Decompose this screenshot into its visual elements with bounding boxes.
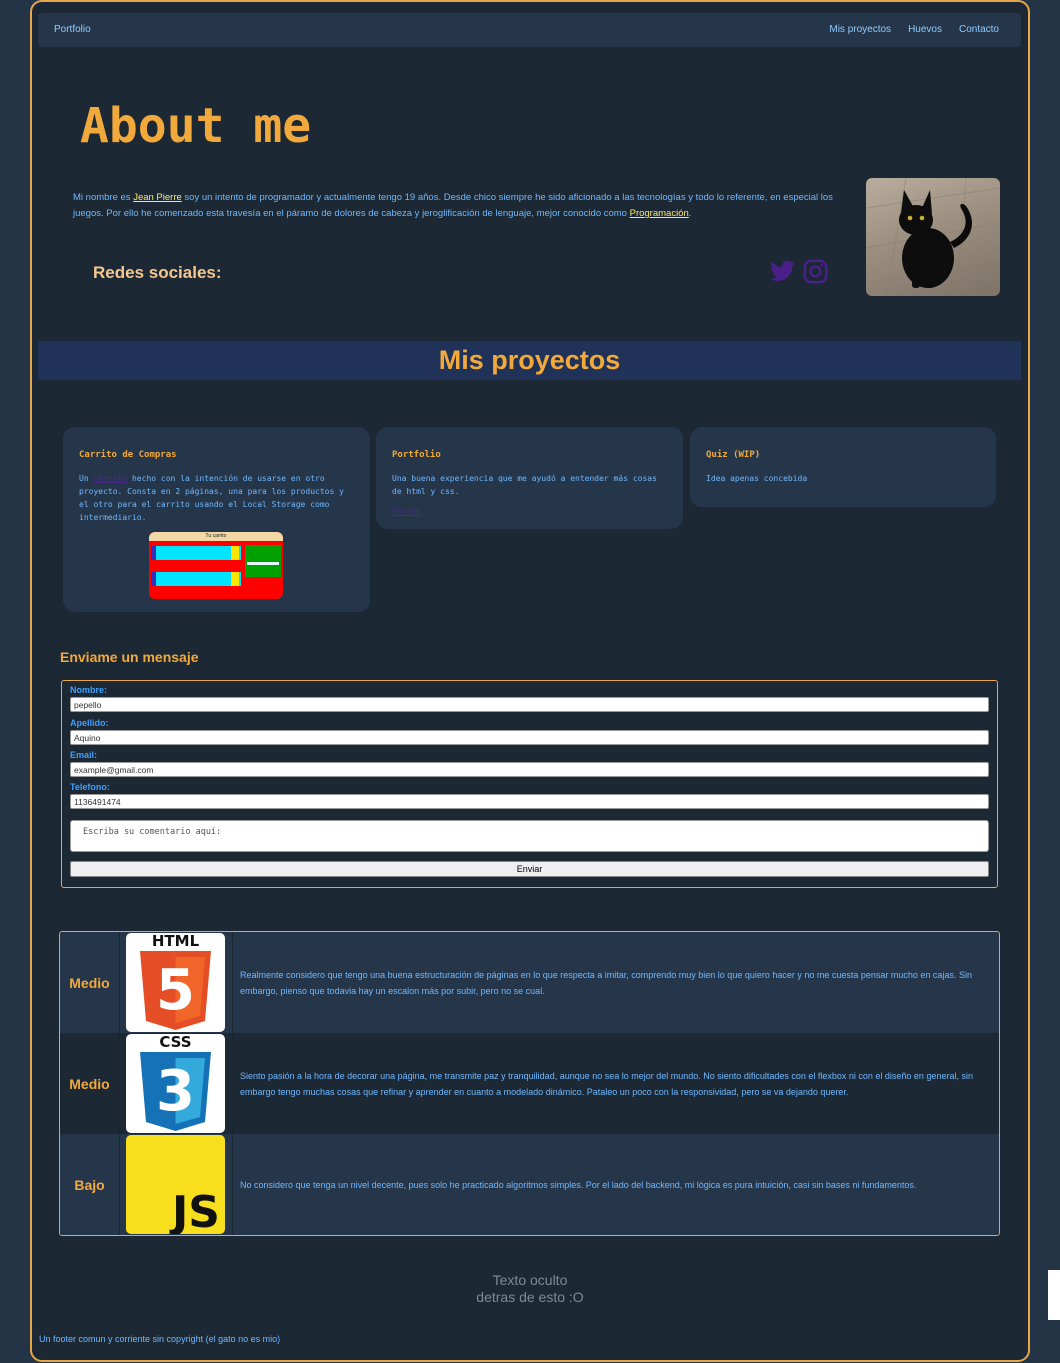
cart-thumb-title: Tu carrito <box>149 532 283 541</box>
card-text-pre: Un <box>79 474 94 483</box>
programacion-link[interactable]: Programación <box>630 208 689 219</box>
nombre-input[interactable]: pepello <box>70 697 989 712</box>
css3-badge: 3 <box>156 1059 195 1124</box>
hidden-text: Texto oculto detras de esto :O <box>430 1272 630 1306</box>
project-card-carrito: Carrito de Compras Un carrito hecho con … <box>63 427 370 612</box>
carrito-link[interactable]: carrito <box>93 474 127 483</box>
instagram-icon[interactable] <box>802 258 829 285</box>
about-text-1: Mi nombre es <box>73 192 134 203</box>
twitter-icon[interactable] <box>769 258 796 285</box>
project-card-portfolio: Portfolio Una buena experiencia que me a… <box>376 427 683 529</box>
divider <box>232 932 233 1033</box>
skill-level: Bajo <box>60 1134 120 1235</box>
nav-link-huevos[interactable]: Huevos <box>908 24 942 35</box>
navbar: Portfolio Mis proyectos Huevos Contacto <box>38 13 1021 47</box>
apellido-input[interactable]: Aquino <box>70 730 989 745</box>
portfolio-link[interactable]: Enlace <box>392 505 667 518</box>
nav-brand[interactable]: Portfolio <box>54 24 91 35</box>
socials-title: Redes sociales: <box>93 263 222 282</box>
divider <box>232 1134 233 1235</box>
nav-link-proyectos[interactable]: Mis proyectos <box>829 24 891 35</box>
skill-desc: No considero que tenga un nivel decente,… <box>240 1179 917 1190</box>
card-title: Portfolio <box>392 450 441 460</box>
card-text: Idea apenas concebida <box>706 474 808 483</box>
html5-logo-text: HTML <box>152 933 200 950</box>
css3-logo-text: CSS <box>159 1034 191 1051</box>
hidden-text-line1: Texto oculto <box>492 1272 568 1288</box>
skill-row-css: Medio CSS 3 Siento pasión a la hora de d… <box>60 1033 999 1134</box>
card-title: Carrito de Compras <box>79 450 177 460</box>
contact-form: Nombre: pepello Apellido: Aquino Email: … <box>61 680 998 888</box>
comment-textarea[interactable]: Escriba su comentario aquí: <box>70 820 989 852</box>
card-text: Una buena experiencia que me ayudó a ent… <box>392 474 657 496</box>
nav-links: Mis proyectos Huevos Contacto <box>829 24 999 35</box>
skill-row-js: Bajo JS No considero que tenga un nivel … <box>60 1134 999 1235</box>
skill-level: Medio <box>60 1033 120 1134</box>
about-text-2: soy un intento de programador y actualme… <box>73 192 833 219</box>
card-title: Quiz (WIP) <box>706 450 761 460</box>
skills-table: Medio HTML 5 Realmente considero que ten… <box>59 931 1000 1236</box>
html5-badge: 5 <box>156 958 195 1023</box>
divider <box>232 1033 233 1134</box>
about-text-3: . <box>688 208 692 219</box>
nombre-label: Nombre: <box>70 685 108 695</box>
project-card-quiz: Quiz (WIP) Idea apenas concebida <box>690 427 996 507</box>
skill-level: Medio <box>60 932 120 1033</box>
cat-photo <box>866 178 1000 296</box>
submit-button[interactable]: Enviar <box>70 861 989 877</box>
js-logo-text: JS <box>169 1187 220 1234</box>
email-label: Email: <box>70 750 98 760</box>
skill-desc: Siento pasión a la hora de decorar una p… <box>240 1070 973 1097</box>
page-edge-artifact <box>1048 1270 1060 1320</box>
projects-title: Mis proyectos <box>38 341 1021 380</box>
css3-logo: CSS 3 <box>126 1034 225 1133</box>
skill-row-html: Medio HTML 5 Realmente considero que ten… <box>60 932 999 1033</box>
email-input[interactable]: example@gmail.com <box>70 762 989 777</box>
skill-desc: Realmente considero que tengo una buena … <box>240 969 972 996</box>
nav-link-contacto[interactable]: Contacto <box>959 24 999 35</box>
js-logo: JS <box>126 1135 225 1234</box>
social-icons <box>769 258 829 285</box>
about-text: Mi nombre es Jean Pierre soy un intento … <box>73 190 833 222</box>
about-title: About me <box>80 98 312 154</box>
contact-title: Enviame un mensaje <box>60 649 199 665</box>
telefono-label: Telefono: <box>70 782 110 792</box>
cart-thumbnail[interactable]: Tu carrito <box>149 532 283 599</box>
name-link[interactable]: Jean Pierre <box>133 192 182 203</box>
footer: Un footer comun y corriente sin copyrigh… <box>39 1334 281 1344</box>
hidden-text-line2: detras de esto :O <box>476 1289 584 1305</box>
html5-logo: HTML 5 <box>126 933 225 1032</box>
telefono-input[interactable]: 1136491474 <box>70 794 989 809</box>
card-text: Un carrito hecho con la intención de usa… <box>79 472 354 524</box>
apellido-label: Apellido: <box>70 718 109 728</box>
